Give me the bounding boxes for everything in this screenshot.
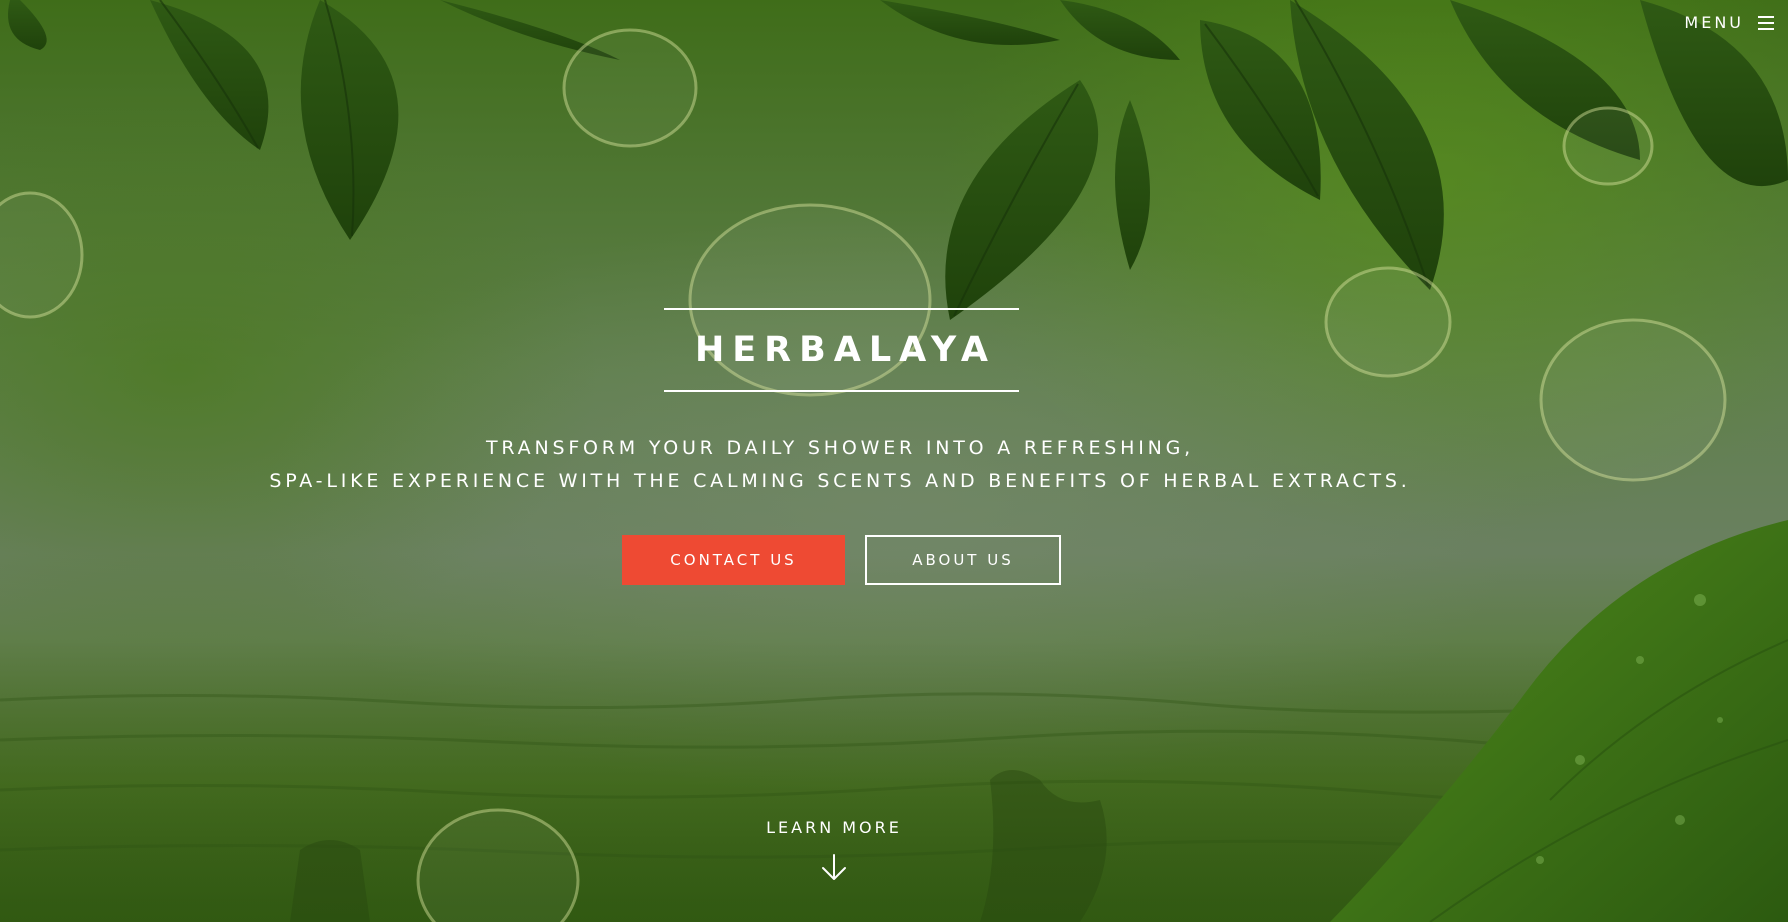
brand-title: HERBALAYA xyxy=(694,330,997,370)
brand-block: HERBALAYA xyxy=(664,308,1019,392)
menu-toggle[interactable]: MENU xyxy=(1684,13,1774,32)
about-us-button[interactable]: ABOUT US xyxy=(865,535,1061,585)
title-bottom-rule xyxy=(664,390,1019,392)
cta-button-row: CONTACT US ABOUT US xyxy=(622,535,1061,585)
tagline-line-1: TRANSFORM YOUR DAILY SHOWER INTO A REFRE… xyxy=(486,437,1194,459)
hero-section: MENU HERBALAYA TRANSFORM YOUR DAILY SHOW… xyxy=(0,0,1788,922)
learn-more-link[interactable]: LEARN MORE xyxy=(734,818,934,881)
menu-label[interactable]: MENU xyxy=(1684,13,1744,32)
hamburger-icon[interactable] xyxy=(1758,15,1774,30)
learn-more-label[interactable]: LEARN MORE xyxy=(734,818,934,837)
arrow-down-icon[interactable] xyxy=(820,853,848,881)
tagline-line-2: SPA-LIKE EXPERIENCE WITH THE CALMING SCE… xyxy=(269,470,1411,492)
hero-tagline: TRANSFORM YOUR DAILY SHOWER INTO A REFRE… xyxy=(0,432,1680,498)
contact-us-button[interactable]: CONTACT US xyxy=(622,535,845,585)
